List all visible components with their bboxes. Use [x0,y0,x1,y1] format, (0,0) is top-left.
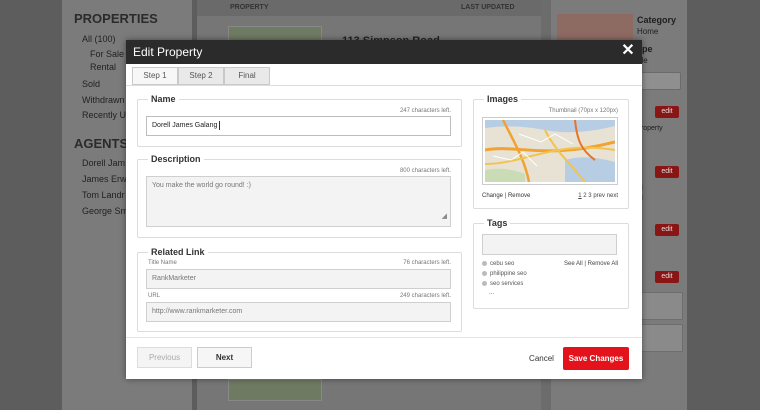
remove-image-link[interactable]: Remove [508,193,530,199]
bg-col-property: PROPERTY [230,4,269,11]
bg-category-value: Home [637,27,659,36]
tag-item: cebu seo [482,261,514,267]
bg-sidebar-item[interactable]: Rental [90,62,116,72]
title-counter: 76 characters left. [403,260,451,266]
description-counter: 800 characters left. [399,168,451,174]
name-label: Name [148,94,179,104]
resize-handle-icon[interactable]: ◢ [442,210,447,224]
bg-properties-heading: PROPERTIES [74,11,158,26]
pager-page-2[interactable]: 2 [583,193,586,199]
bg-sidebar-item[interactable]: For Sale [90,49,124,59]
save-changes-button[interactable]: Save Changes [563,347,629,370]
previous-button[interactable]: Previous [137,347,192,368]
bg-edit-button[interactable]: edit [655,271,679,283]
bg-sidebar-item[interactable]: Withdrawn [82,95,125,105]
bg-edit-button[interactable]: edit [655,224,679,236]
tag-item: philippine seo [482,271,527,277]
image-actions: Change | Remove [482,193,530,199]
see-all-link[interactable]: See All [564,261,583,267]
modal-title: Edit Property [133,45,203,59]
description-textarea[interactable]: You make the world go round! :) ◢ [146,176,451,227]
tab-step-1[interactable]: Step 1 [132,67,178,85]
bg-edit-button[interactable]: edit [655,166,679,178]
url-label: URL [148,293,161,299]
bg-sidebar-item[interactable]: Recently U [82,110,126,120]
url-counter: 249 characters left. [399,293,451,299]
description-label: Description [148,154,204,164]
close-icon[interactable]: ✕ [620,42,636,60]
bg-list-header: PROPERTY LAST UPDATED [197,0,541,16]
cancel-button[interactable]: Cancel [524,352,559,366]
tag-actions: See All | Remove All [564,261,618,267]
bg-box [637,292,683,320]
name-counter: 247 characters left. [399,108,451,114]
tag-bullet-icon [482,281,487,286]
bg-sidebar-item[interactable]: Sold [82,79,100,89]
tags-panel: Tags cebu seo See All | Remove All phili… [473,218,629,309]
property-image [482,117,618,185]
step-tabs: Step 1 Step 2 Final [132,67,270,85]
bg-agent-item[interactable]: George Sm [82,206,128,216]
tags-label: Tags [484,218,511,228]
bg-agent-item[interactable]: James Erw [82,174,127,184]
pager-prev[interactable]: prev [593,193,605,199]
bg-category-label: Category [637,15,677,25]
map-thumbnail [484,119,616,183]
bg-col-last-updated: LAST UPDATED [461,4,515,11]
tag-bullet-icon [482,261,487,266]
bg-agent-item[interactable]: Tom Landr [82,190,125,200]
tags-more: ... [489,290,495,296]
name-value: Dorell James Galang [152,122,218,129]
pager-page-3[interactable]: 3 [588,193,591,199]
images-label: Images [484,94,522,104]
tab-step-2[interactable]: Step 2 [178,67,224,85]
edit-property-modal: Edit Property ✕ Step 1 Step 2 Final Name… [126,40,642,379]
bg-agents-heading: AGENTS [74,136,129,151]
images-panel: Images Thumbnail (70px x 120px) Change |… [473,94,629,209]
separator: | [504,193,507,199]
title-name-input[interactable]: RankMarketer [146,269,451,289]
thumbnail-note: Thumbnail (70px x 120px) [548,108,618,114]
related-link-panel: Related Link Title Name 76 characters le… [137,247,462,332]
bg-select[interactable] [637,72,681,90]
divider [126,337,642,338]
name-input[interactable]: Dorell James Galang [146,116,451,136]
description-value: You make the world go round! :) [152,182,251,189]
text-cursor [219,120,221,130]
tag-bullet-icon [482,271,487,276]
description-panel: Description 800 characters left. You mak… [137,154,462,238]
next-button[interactable]: Next [197,347,252,368]
url-input[interactable]: http://www.rankmarketer.com [146,302,451,322]
bg-box [637,324,683,352]
pager-page-1[interactable]: 1 [578,193,581,199]
tags-input[interactable] [482,234,617,255]
tag-item: seo services [482,281,523,287]
change-image-link[interactable]: Change [482,193,503,199]
remove-all-link[interactable]: Remove All [588,261,618,267]
bg-house-image [557,14,633,42]
bg-sidebar-item[interactable]: All (100) [82,34,116,44]
bg-agent-item[interactable]: Dorell Jam [82,158,125,168]
pager-next[interactable]: next [607,193,618,199]
related-link-label: Related Link [148,247,208,257]
name-panel: Name 247 characters left. Dorell James G… [137,94,462,147]
image-pager: 1 2 3 prev next [578,193,618,199]
tab-final[interactable]: Final [224,67,270,85]
divider [126,85,642,86]
title-name-label: Title Name [148,260,177,266]
modal-header: Edit Property ✕ [126,40,642,64]
bg-edit-button[interactable]: edit [655,106,679,118]
bg-row-thumbnail [228,379,322,401]
